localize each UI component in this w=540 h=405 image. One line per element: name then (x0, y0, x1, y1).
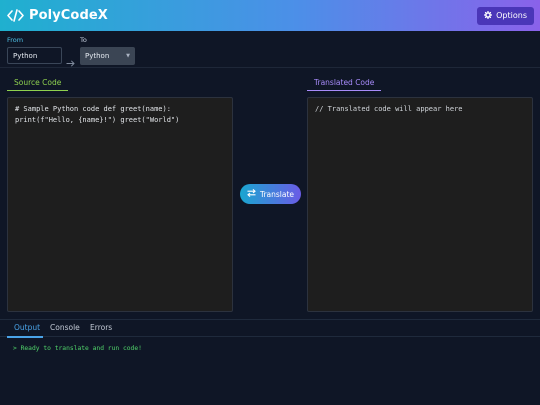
from-language-input[interactable]: Python (7, 47, 62, 64)
from-language-group: From Python (7, 36, 62, 64)
arrow-right-icon (66, 52, 75, 71)
output-message: > Ready to translate and run code! (13, 345, 142, 352)
swap-arrows-icon (247, 188, 256, 199)
translate-button[interactable]: Translate (240, 184, 301, 204)
app-name: PolyCodeX (29, 8, 108, 23)
brand: PolyCodeX (7, 8, 108, 23)
to-label: To (80, 36, 87, 44)
code-brackets-icon (7, 9, 24, 22)
tab-translated-code[interactable]: Translated Code (307, 78, 382, 91)
translate-label: Translate (259, 189, 295, 199)
to-language-group: To Python ▼ (80, 36, 135, 65)
gear-icon (483, 10, 493, 21)
active-tab-indicator (7, 336, 43, 338)
tab-output[interactable]: Output (14, 323, 40, 332)
from-label: From (7, 36, 24, 44)
options-button[interactable]: Options (477, 6, 534, 25)
options-label: Options (496, 11, 527, 20)
tab-errors[interactable]: Errors (90, 323, 112, 332)
from-language-value: Python (13, 51, 38, 60)
source-code-editor[interactable]: # Sample Python code def greet(name): pr… (7, 97, 233, 312)
tab-source-code[interactable]: Source Code (7, 78, 69, 91)
to-language-select[interactable]: Python ▼ (80, 47, 135, 65)
chevron-down-icon: ▼ (126, 53, 130, 59)
output-tabs: Output Console Errors (0, 319, 540, 338)
app-header: PolyCodeX Options (0, 0, 540, 31)
translated-code-view: // Translated code will appear here (307, 97, 533, 312)
to-language-value: Python (85, 52, 110, 60)
tab-console[interactable]: Console (50, 323, 80, 332)
language-bar: From Python To Python ▼ (0, 31, 540, 68)
